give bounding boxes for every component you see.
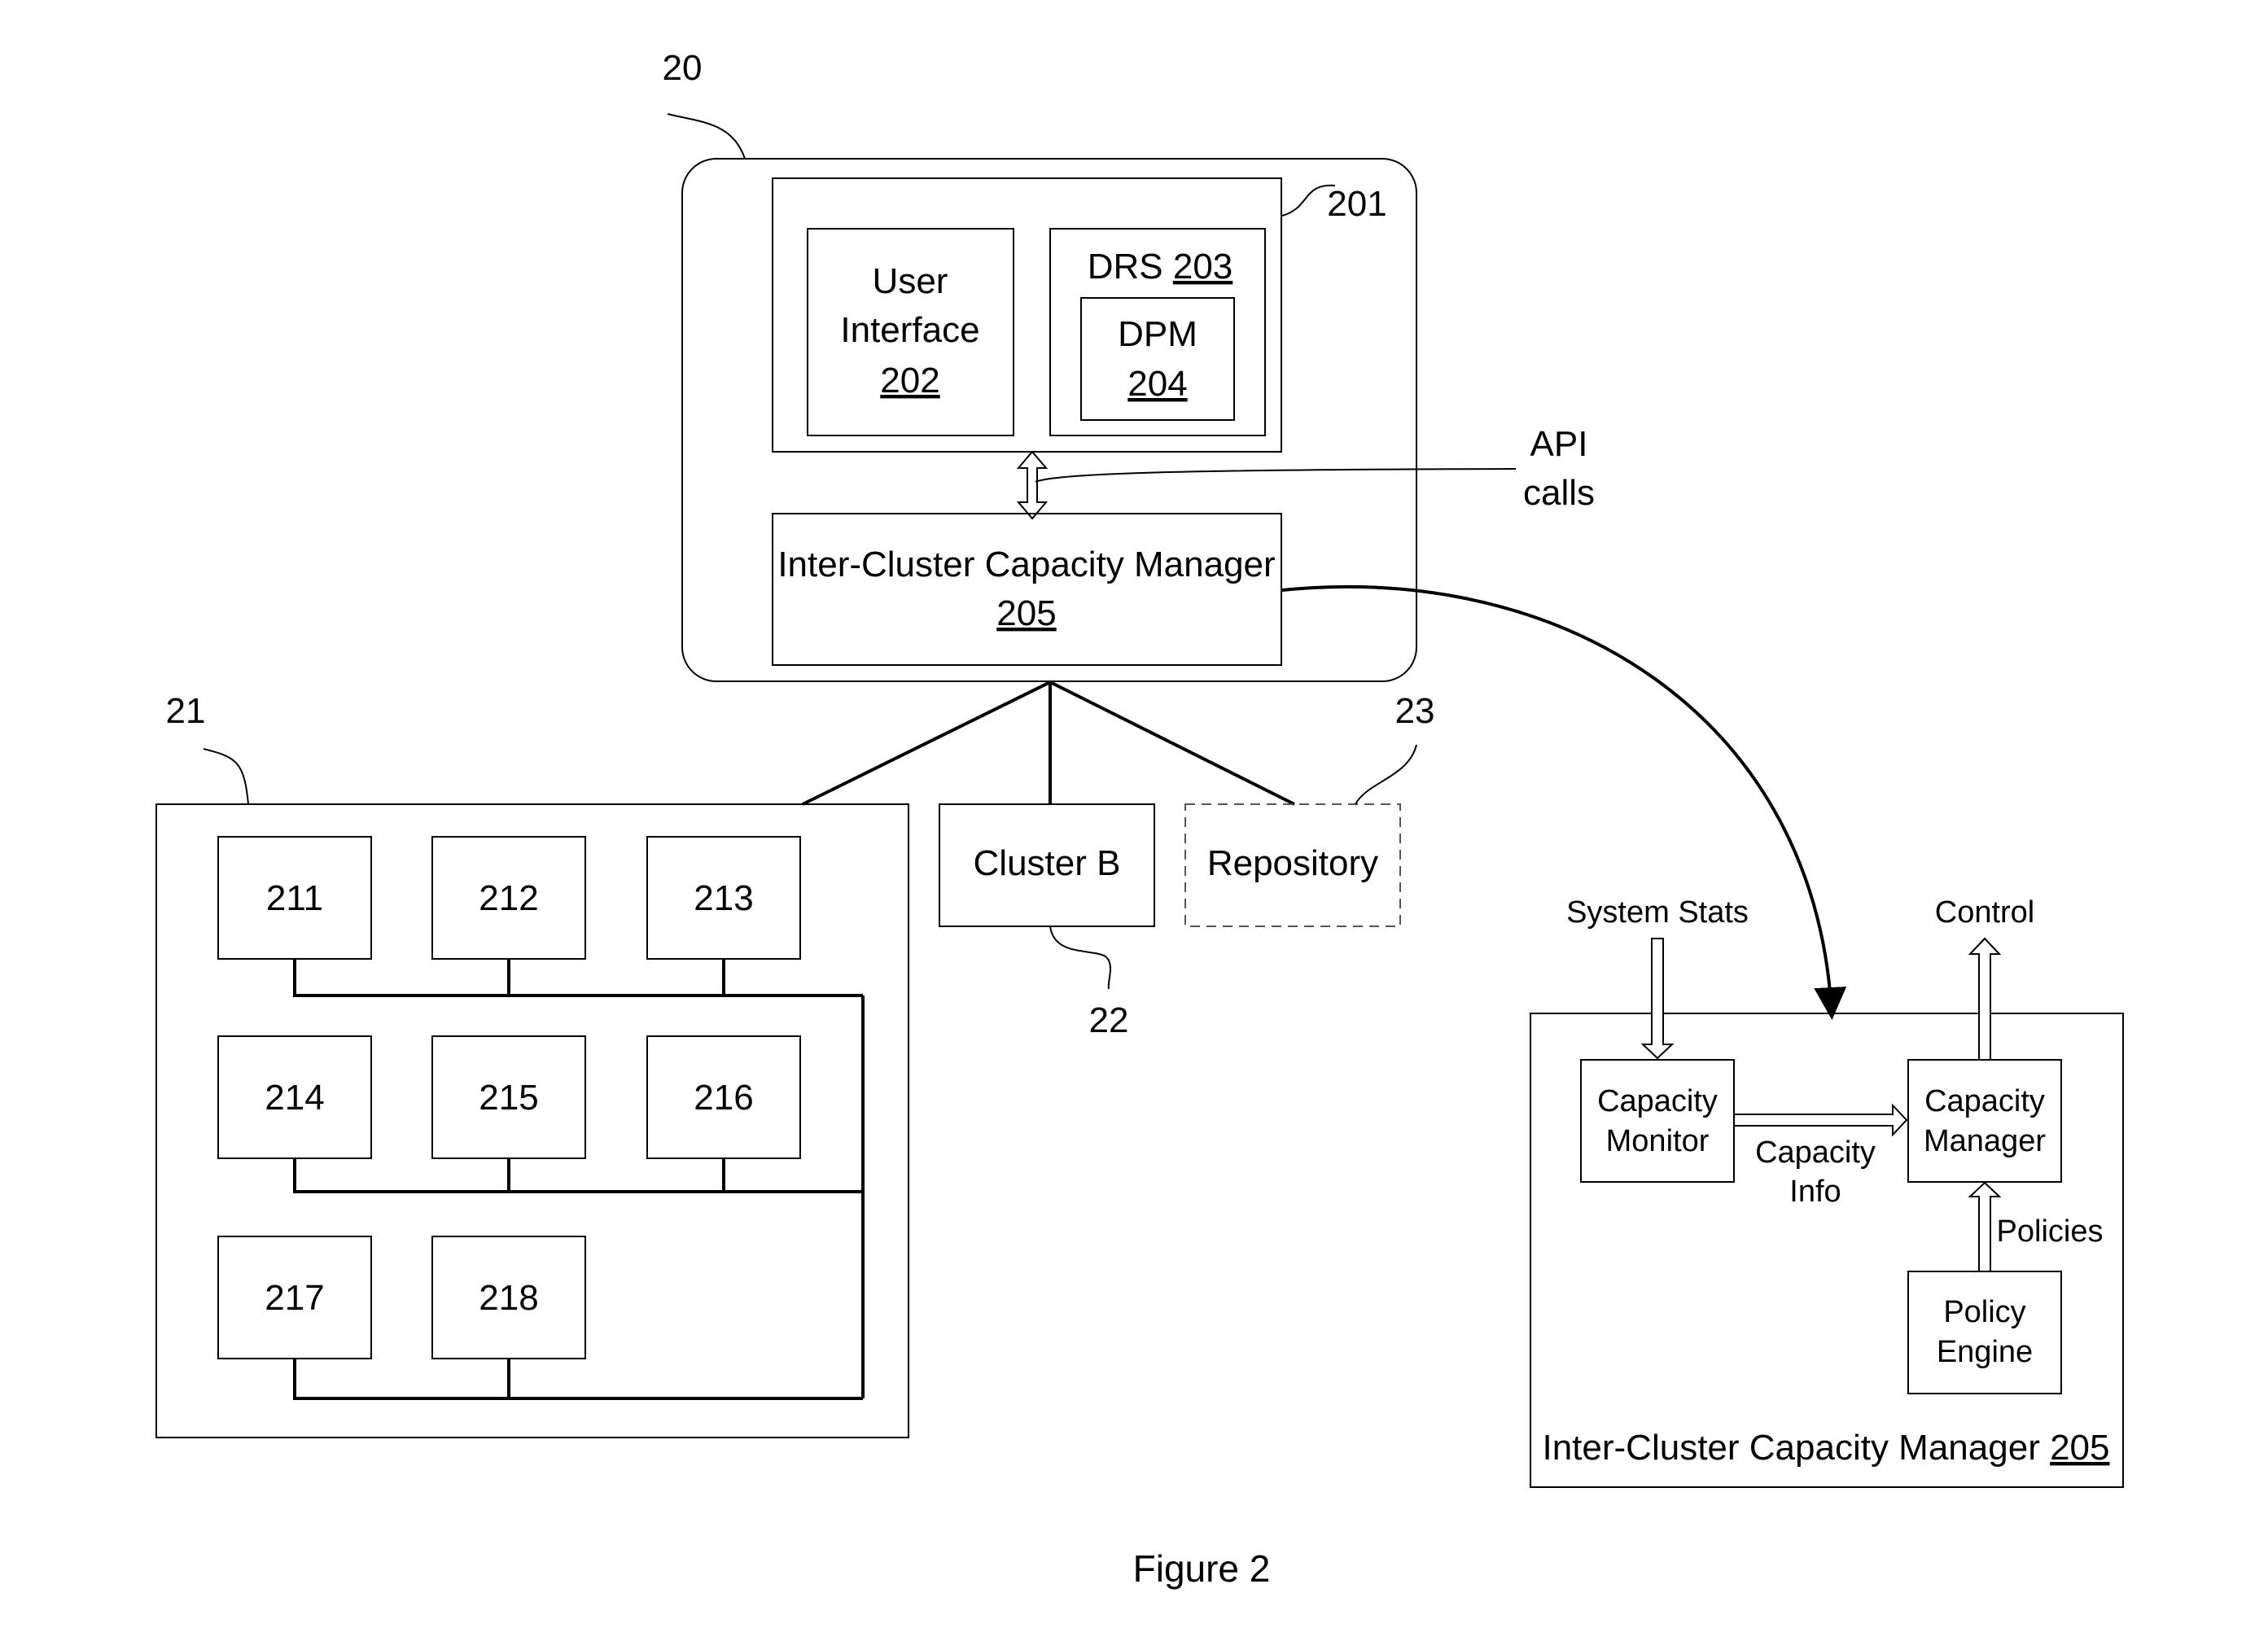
leader-line-22 bbox=[1049, 926, 1112, 990]
connector-repository bbox=[1049, 680, 1295, 806]
capacity-info-label-line2: Info bbox=[1789, 1175, 1841, 1209]
bus-row-2 bbox=[293, 1158, 863, 1193]
user-interface-label-line1: User bbox=[873, 261, 948, 301]
api-double-arrow bbox=[1016, 450, 1049, 520]
api-calls-label-line1: API bbox=[1530, 424, 1588, 464]
ref-label-201: 201 bbox=[1327, 184, 1386, 224]
capacity-info-arrow bbox=[1733, 1103, 1908, 1137]
capacity-monitor-label-line1: Capacity bbox=[1597, 1084, 1718, 1118]
host-label-215: 215 bbox=[479, 1078, 538, 1118]
api-calls-label-line2: calls bbox=[1523, 473, 1595, 513]
icm-ref: 205 bbox=[996, 593, 1056, 633]
host-grid: 211 212 213 214 215 216 217 218 bbox=[217, 836, 801, 1359]
host-label-216: 216 bbox=[694, 1078, 753, 1118]
drs-label: DRS 203 bbox=[1088, 247, 1233, 287]
host-label-218: 218 bbox=[479, 1278, 538, 1318]
bus-row-3 bbox=[293, 1359, 863, 1400]
policy-engine-label-line2: Engine bbox=[1937, 1335, 2033, 1369]
api-calls-leader-line bbox=[1035, 468, 1517, 483]
policy-engine-label-line1: Policy bbox=[1943, 1295, 2025, 1329]
leader-line-20 bbox=[667, 113, 746, 160]
control-label: Control bbox=[1935, 895, 2035, 930]
system-stats-arrow bbox=[1640, 938, 1675, 1060]
host-label-211: 211 bbox=[266, 878, 323, 918]
policies-arrow bbox=[1968, 1181, 2002, 1272]
policies-label: Policies bbox=[1997, 1214, 2104, 1249]
host-label-212: 212 bbox=[479, 878, 538, 918]
dpm-ref: 204 bbox=[1127, 364, 1187, 404]
icm-detail-arrow bbox=[1281, 584, 1847, 1020]
user-interface-label-line2: Interface bbox=[840, 310, 979, 350]
policy-engine-box bbox=[1907, 1271, 2062, 1394]
user-interface-ref: 202 bbox=[880, 361, 939, 400]
cluster-bus-lines bbox=[293, 959, 865, 1400]
ref-label-23: 23 bbox=[1395, 691, 1435, 731]
host-label-217: 217 bbox=[265, 1278, 324, 1318]
cluster-b-label: Cluster B bbox=[974, 843, 1121, 883]
ref-label-22: 22 bbox=[1089, 1000, 1129, 1040]
system-stats-label: System Stats bbox=[1566, 895, 1749, 930]
host-label-214: 214 bbox=[265, 1078, 324, 1118]
ref-label-20: 20 bbox=[663, 48, 703, 88]
capacity-manager-label-line2: Manager bbox=[1924, 1124, 2046, 1158]
capacity-info-label-line1: Capacity bbox=[1755, 1136, 1876, 1170]
leader-line-21 bbox=[203, 748, 249, 805]
figure-caption: Figure 2 bbox=[1133, 1547, 1271, 1590]
bus-row-1 bbox=[293, 959, 863, 997]
leader-line-23 bbox=[1355, 744, 1417, 805]
icm-label: Inter-Cluster Capacity Manager bbox=[777, 545, 1275, 584]
dpm-label: DPM bbox=[1118, 314, 1197, 354]
host-label-213: 213 bbox=[694, 878, 753, 918]
capacity-monitor-label-line2: Monitor bbox=[1606, 1124, 1710, 1158]
repository-label: Repository bbox=[1207, 843, 1378, 883]
icm-detail-title: Inter-Cluster Capacity Manager 205 bbox=[1542, 1428, 2109, 1468]
capacity-manager-label-line1: Capacity bbox=[1924, 1084, 2045, 1118]
capacity-manager-box bbox=[1907, 1059, 2062, 1183]
connector-cluster-a bbox=[802, 680, 1051, 806]
control-arrow bbox=[1968, 937, 2002, 1061]
figure-2-diagram: 20 201 User Interface 202 DRS 203 DPM 20… bbox=[155, 48, 2124, 1590]
capacity-monitor-box bbox=[1580, 1059, 1735, 1183]
ref-label-21: 21 bbox=[166, 691, 206, 731]
icm-box bbox=[772, 513, 1282, 666]
